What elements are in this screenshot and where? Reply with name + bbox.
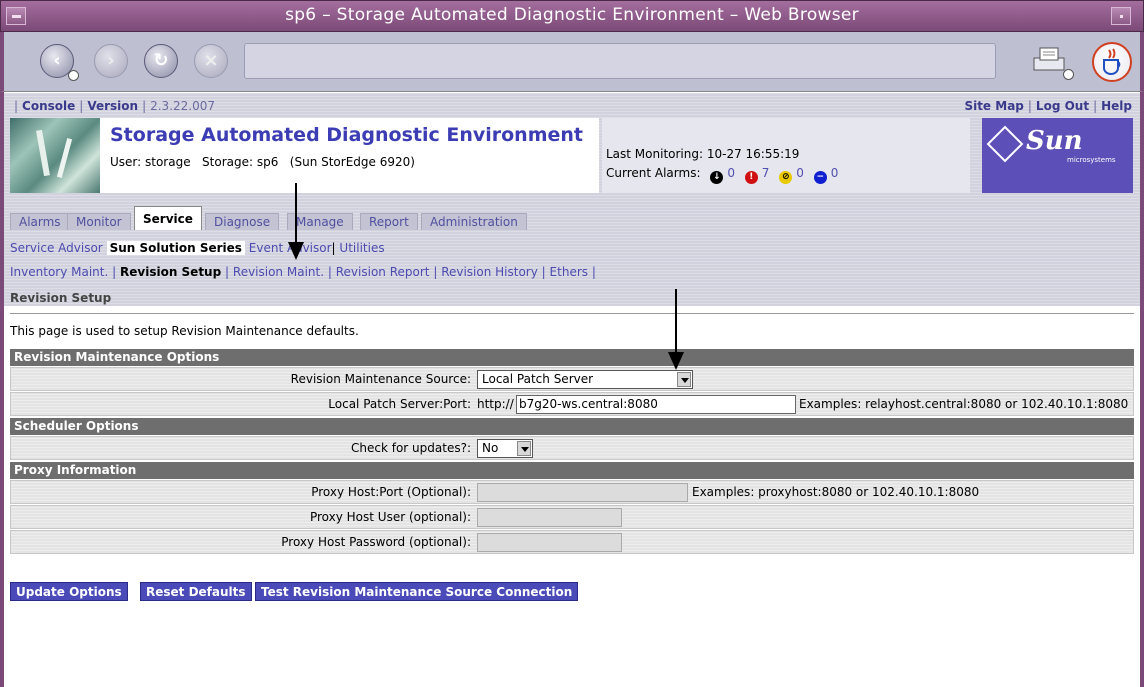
back-arrow-icon: ‹: [53, 50, 61, 71]
alarm-down-icon[interactable]: ↓: [710, 171, 724, 184]
app-banner: Storage Automated Diagnostic Environment…: [10, 118, 599, 193]
alarm-minor-count[interactable]: 0: [831, 166, 839, 180]
alarm-major-count[interactable]: 0: [796, 166, 804, 180]
site-map-link[interactable]: Site Map: [964, 99, 1023, 113]
server-port-label: Local Patch Server:Port:: [328, 397, 471, 411]
test-connection-button[interactable]: Test Revision Maintenance Source Connect…: [255, 582, 579, 601]
java-cup-glyph: [1103, 48, 1121, 75]
secondary-nav: Inventory Maint. | Revision Setup | Revi…: [10, 265, 596, 279]
app-title: Storage Automated Diagnostic Environment: [110, 124, 583, 146]
row-source: Revision Maintenance Source: Local Patch…: [10, 367, 1134, 391]
alarm-minor-icon[interactable]: −: [813, 171, 827, 184]
utility-bar: | Console | Version | 2.3.22.007 Site Map | Log…: [14, 99, 1132, 113]
alarm-critical-icon[interactable]: !: [744, 171, 758, 184]
forward-arrow-icon: ›: [107, 50, 115, 71]
tab-service[interactable]: Service: [134, 206, 202, 230]
row-server-port: Local Patch Server:Port: http:// b7g20-w…: [10, 392, 1134, 416]
stop-icon: ×: [203, 50, 219, 71]
tab-report[interactable]: Report: [360, 213, 418, 230]
source-label: Revision Maintenance Source:: [290, 372, 471, 386]
tab-diagnose[interactable]: Diagnose: [205, 213, 280, 230]
proxy-user-input[interactable]: [477, 508, 622, 527]
revision-setup-form: Revision Maintenance Options Revision Ma…: [10, 347, 1134, 554]
proxy-password-input[interactable]: [477, 533, 622, 552]
chevron-down-icon[interactable]: [677, 372, 691, 387]
print-button[interactable]: [1030, 44, 1074, 80]
minimize-button[interactable]: [1111, 7, 1131, 25]
reload-icon: ↻: [153, 50, 169, 71]
window-title: sp6 – Storage Automated Diagnostic Envir…: [285, 5, 859, 25]
row-check-updates: Check for updates?: No: [10, 436, 1134, 460]
nav-ethers[interactable]: Ethers: [550, 265, 588, 279]
proxy-host-label: Proxy Host:Port (Optional):: [311, 485, 471, 499]
divider: [10, 313, 1134, 314]
reload-button[interactable]: ↻: [144, 44, 178, 78]
print-dropdown[interactable]: [1063, 69, 1074, 80]
back-history-dropdown[interactable]: [68, 70, 79, 81]
subtab-utilities[interactable]: Utilities: [339, 241, 384, 255]
page-content: | Console | Version | 2.3.22.007 Site Map | Log…: [4, 93, 1140, 687]
update-options-button[interactable]: Update Options: [10, 582, 128, 601]
nav-revision-report[interactable]: Revision Report: [336, 265, 430, 279]
page-title: Revision Setup: [10, 291, 112, 305]
section-revision-options: Revision Maintenance Options: [10, 349, 1134, 366]
row-proxy-host: Proxy Host:Port (Optional): Examples: pr…: [10, 480, 1134, 504]
window-border-right: [1140, 92, 1144, 687]
status-panel: Last Monitoring: 10-27 16:55:19 Current …: [602, 118, 970, 193]
chevron-down-icon[interactable]: [517, 441, 531, 456]
alarm-major-icon[interactable]: ⊘: [779, 171, 793, 184]
sun-diamond-icon: [986, 125, 1024, 163]
nav-inventory-maint[interactable]: Inventory Maint.: [10, 265, 108, 279]
sun-logo: Sun microsystems: [982, 118, 1133, 193]
proxy-examples: Examples: proxyhost:8080 or 102.40.10.1:…: [692, 485, 980, 499]
browser-toolbar: ‹ › ↻ ×: [0, 32, 1144, 92]
clock-image: [10, 118, 100, 193]
version-link[interactable]: Version: [87, 99, 138, 113]
section-scheduler-options: Scheduler Options: [10, 418, 1134, 435]
tab-alarms[interactable]: Alarms: [10, 213, 70, 230]
tab-administration[interactable]: Administration: [421, 213, 527, 230]
help-link[interactable]: Help: [1101, 99, 1132, 113]
subtab-sun-solution-series[interactable]: Sun Solution Series: [106, 241, 245, 255]
check-updates-label: Check for updates?:: [351, 441, 471, 455]
minimize-icon: [1120, 15, 1123, 18]
log-out-link[interactable]: Log Out: [1036, 99, 1089, 113]
sub-tabs: Service Advisor Sun Solution Series Even…: [10, 241, 385, 255]
row-proxy-password: Proxy Host Password (optional):: [10, 530, 1134, 554]
nav-revision-maint[interactable]: Revision Maint.: [233, 265, 324, 279]
nav-revision-history[interactable]: Revision History: [441, 265, 538, 279]
forward-button[interactable]: ›: [94, 44, 128, 78]
tab-monitor[interactable]: Monitor: [67, 213, 131, 230]
nav-revision-setup[interactable]: Revision Setup: [120, 265, 221, 279]
user-storage-info: User: storage Storage: sp6 (Sun StorEdge…: [110, 155, 415, 169]
page-description: This page is used to setup Revision Main…: [10, 324, 359, 338]
current-alarms: Current Alarms: ↓ 0 ! 7 ⊘ 0 −0: [606, 166, 839, 184]
stop-button[interactable]: ×: [194, 44, 228, 78]
window-titlebar: sp6 – Storage Automated Diagnostic Envir…: [0, 0, 1144, 32]
alarm-down-count[interactable]: 0: [727, 166, 735, 180]
java-icon[interactable]: [1092, 42, 1132, 82]
annotation-arrow-select: [668, 289, 684, 370]
console-link[interactable]: Console: [22, 99, 75, 113]
annotation-arrow-nav: [288, 183, 304, 260]
proxy-host-input[interactable]: [477, 483, 688, 502]
server-examples: Examples: relayhost.central:8080 or 102.…: [799, 397, 1129, 411]
subtab-service-advisor[interactable]: Service Advisor: [10, 241, 103, 255]
address-bar[interactable]: [244, 43, 996, 79]
section-proxy-information: Proxy Information: [10, 462, 1134, 479]
check-updates-select[interactable]: No: [477, 439, 533, 458]
proxy-user-label: Proxy Host User (optional):: [309, 510, 471, 524]
version-number: 2.3.22.007: [150, 99, 215, 113]
reset-defaults-button[interactable]: Reset Defaults: [140, 582, 252, 601]
source-select[interactable]: Local Patch Server: [477, 370, 693, 389]
alarm-critical-count[interactable]: 7: [762, 166, 770, 180]
proxy-password-label: Proxy Host Password (optional):: [281, 535, 471, 549]
row-proxy-user: Proxy Host User (optional):: [10, 505, 1134, 529]
back-button[interactable]: ‹: [40, 44, 79, 81]
server-port-input[interactable]: b7g20-ws.central:8080: [516, 395, 796, 414]
server-prefix: http://: [477, 397, 514, 411]
last-monitoring: Last Monitoring: 10-27 16:55:19: [606, 147, 800, 161]
